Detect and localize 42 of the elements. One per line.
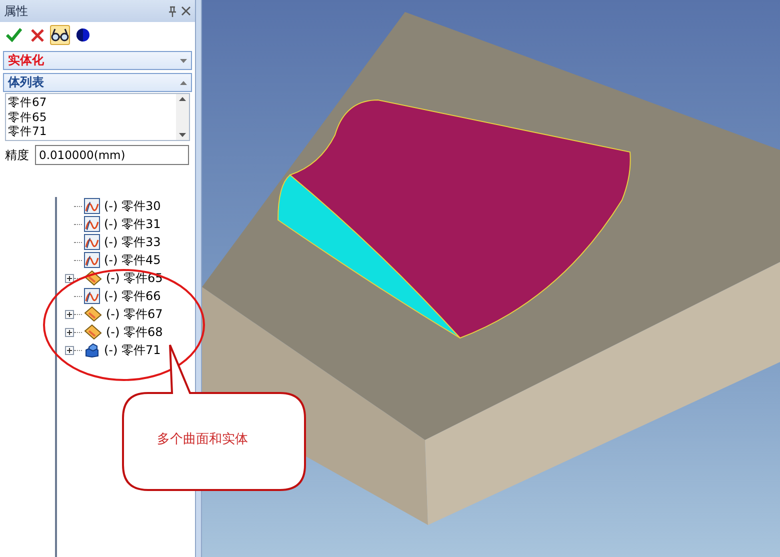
precision-field[interactable]: 0.010000(mm)	[35, 145, 189, 165]
section-header[interactable]: 体列表	[3, 73, 192, 92]
tree-item[interactable]: (-) 零件67	[106, 306, 163, 322]
expand-icon[interactable]	[65, 328, 74, 336]
list-item[interactable]: 零件67	[8, 95, 174, 110]
tree-item[interactable]: (-) 零件31	[104, 216, 161, 232]
glasses-icon	[51, 28, 69, 42]
curve-icon	[84, 252, 100, 268]
precision-label: 精度	[5, 146, 29, 164]
expand-icon[interactable]	[65, 274, 74, 282]
section-header[interactable]: 实体化	[3, 51, 192, 70]
scroll-down-icon[interactable]	[179, 133, 186, 137]
checkmark-icon	[6, 28, 22, 42]
expand-icon[interactable]	[65, 310, 74, 318]
scroll-up-icon[interactable]	[179, 97, 186, 101]
close-icon[interactable]	[181, 6, 191, 16]
expand-icon[interactable]	[65, 346, 74, 354]
curve-icon	[84, 198, 100, 214]
surface-icon	[84, 270, 102, 286]
tree-item[interactable]: (-) 零件71	[104, 342, 161, 358]
curve-icon	[84, 288, 100, 304]
curve-icon	[84, 216, 100, 232]
tree-item[interactable]: (-) 零件30	[104, 198, 161, 214]
tree-item[interactable]: (-) 零件33	[104, 234, 161, 250]
panel-title: 属性	[4, 2, 29, 20]
list-item[interactable]: 零件71	[8, 124, 174, 138]
section-title: 实体化	[8, 52, 44, 69]
curve-icon	[84, 234, 100, 250]
toolbar-button[interactable]	[50, 25, 70, 45]
tree-item[interactable]: (-) 零件66	[104, 288, 161, 304]
surface-icon	[84, 324, 102, 340]
scrollbar[interactable]	[176, 94, 189, 140]
pin-icon[interactable]	[168, 6, 177, 16]
circle-icon	[76, 28, 90, 42]
callout-text: 多个曲面和实体	[157, 431, 248, 448]
list-item[interactable]: 零件65	[8, 110, 174, 124]
section-title: 体列表	[8, 74, 44, 91]
surface-icon	[84, 306, 102, 322]
solid-icon	[84, 342, 100, 358]
tree-item[interactable]: (-) 零件45	[104, 252, 161, 268]
tree-item[interactable]: (-) 零件68	[106, 324, 163, 340]
close-icon	[30, 28, 44, 42]
